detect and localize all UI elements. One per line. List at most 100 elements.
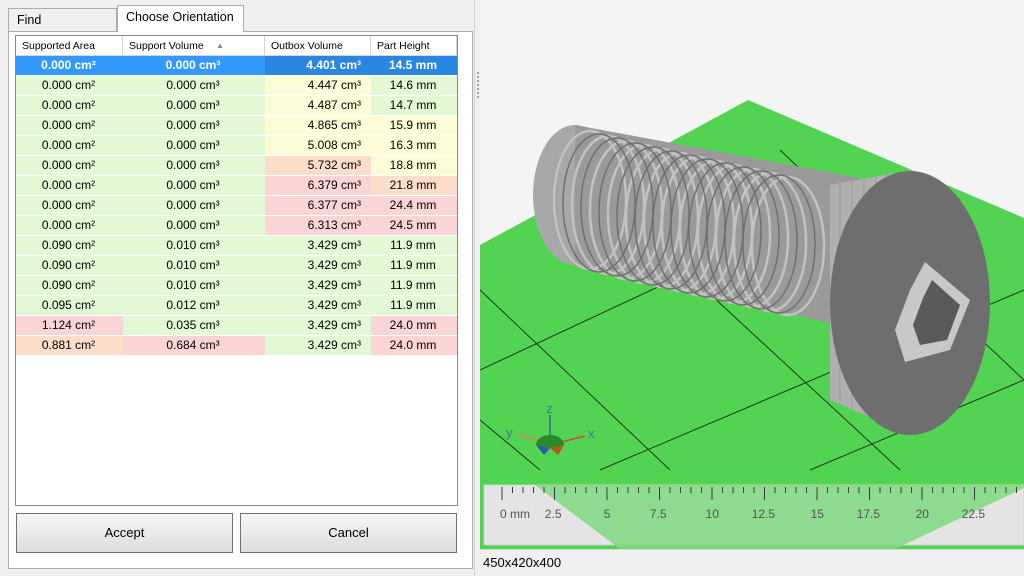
part-height-cell: 24.0 mm — [371, 336, 457, 355]
support-volume-cell: 0.000 cm³ — [123, 96, 265, 115]
list-header: Supported Area Support Volume ▲ Outbox Vo… — [16, 36, 457, 56]
table-row[interactable]: 0.000 cm² 0.000 cm³ 5.732 cm³ 18.8 mm — [16, 156, 457, 176]
support-volume-cell: 0.000 cm³ — [123, 176, 265, 195]
splitter-grip — [477, 92, 479, 94]
part-height-cell: 24.0 mm — [371, 316, 457, 335]
ruler-tick-label: 17.5 — [857, 507, 881, 521]
ruler-tick-label: 12.5 — [752, 507, 776, 521]
part-height-cell: 24.4 mm — [371, 196, 457, 215]
support-volume-cell: 0.010 cm³ — [123, 256, 265, 275]
outbox-volume-cell: 3.429 cm³ — [265, 316, 371, 335]
outbox-volume-cell: 5.008 cm³ — [265, 136, 371, 155]
supported-area-cell: 0.090 cm² — [16, 256, 123, 275]
part-height-cell: 14.7 mm — [371, 96, 457, 115]
table-row[interactable]: 0.000 cm² 0.000 cm³ 4.487 cm³ 14.7 mm — [16, 96, 457, 116]
table-row[interactable]: 1.124 cm² 0.035 cm³ 3.429 cm³ 24.0 mm — [16, 316, 457, 336]
table-row[interactable]: 0.090 cm² 0.010 cm³ 3.429 cm³ 11.9 mm — [16, 256, 457, 276]
ruler-tick-label: 20 — [916, 507, 930, 521]
outbox-volume-cell: 5.732 cm³ — [265, 156, 371, 175]
table-row[interactable]: 0.000 cm² 0.000 cm³ 6.379 cm³ 21.8 mm — [16, 176, 457, 196]
outbox-volume-cell: 6.379 cm³ — [265, 176, 371, 195]
column-header-outbox-volume[interactable]: Outbox Volume — [265, 36, 371, 56]
ruler-tick-label: 5 — [604, 507, 611, 521]
support-volume-cell: 0.000 cm³ — [123, 196, 265, 215]
tab-choose-orientation[interactable]: Choose Orientation — [117, 5, 244, 32]
outbox-volume-cell: 6.313 cm³ — [265, 216, 371, 235]
support-volume-cell: 0.000 cm³ — [123, 56, 265, 75]
part-height-cell: 24.5 mm — [371, 216, 457, 235]
sort-ascending-icon: ▲ — [216, 41, 224, 50]
splitter-grip — [477, 96, 479, 98]
ruler-tick-label: 22.5 — [962, 507, 986, 521]
outbox-volume-cell: 4.865 cm³ — [265, 116, 371, 135]
table-row[interactable]: 0.000 cm² 0.000 cm³ 4.401 cm³ 14.5 mm — [16, 56, 457, 76]
supported-area-cell: 0.000 cm² — [16, 56, 123, 75]
splitter-grip — [477, 80, 479, 82]
outbox-volume-cell: 6.377 cm³ — [265, 196, 371, 215]
outbox-volume-cell: 3.429 cm³ — [265, 336, 371, 355]
ruler-tick-label: 10 — [706, 507, 720, 521]
outbox-volume-cell: 3.429 cm³ — [265, 296, 371, 315]
table-row[interactable]: 0.000 cm² 0.000 cm³ 4.447 cm³ 14.6 mm — [16, 76, 457, 96]
outbox-volume-cell: 3.429 cm³ — [265, 256, 371, 275]
supported-area-cell: 0.000 cm² — [16, 136, 123, 155]
supported-area-cell: 0.000 cm² — [16, 116, 123, 135]
column-header-support-volume[interactable]: Support Volume ▲ — [123, 36, 265, 56]
outbox-volume-cell: 4.447 cm³ — [265, 76, 371, 95]
table-row[interactable]: 0.090 cm² 0.010 cm³ 3.429 cm³ 11.9 mm — [16, 236, 457, 256]
column-header-part-height[interactable]: Part Height — [371, 36, 457, 56]
splitter-grip — [477, 76, 479, 78]
support-volume-cell: 0.000 cm³ — [123, 76, 265, 95]
outbox-volume-cell: 4.401 cm³ — [265, 56, 371, 75]
part-height-cell: 11.9 mm — [371, 296, 457, 315]
support-volume-cell: 0.000 cm³ — [123, 136, 265, 155]
part-height-cell: 11.9 mm — [371, 276, 457, 295]
table-row[interactable]: 0.000 cm² 0.000 cm³ 5.008 cm³ 16.3 mm — [16, 136, 457, 156]
supported-area-cell: 0.090 cm² — [16, 276, 123, 295]
table-row[interactable]: 0.090 cm² 0.010 cm³ 3.429 cm³ 11.9 mm — [16, 276, 457, 296]
orientation-list[interactable]: Supported Area Support Volume ▲ Outbox Vo… — [15, 35, 458, 506]
ruler-tick-label: 7.5 — [650, 507, 667, 521]
axis-label-y: y — [506, 425, 513, 440]
support-volume-cell: 0.684 cm³ — [123, 336, 265, 355]
support-volume-cell: 0.000 cm³ — [123, 156, 265, 175]
scene-canvas: z x y 0 mm 2.5 5 7.5 10 12.5 15 17.5 20 22.5 — [480, 100, 1024, 549]
build-volume-dimensions: 450x420x400 — [483, 555, 562, 570]
list-rows: 0.000 cm² 0.000 cm³ 4.401 cm³ 14.5 mm 0.000 … — [16, 56, 457, 356]
support-volume-cell: 0.000 cm³ — [123, 116, 265, 135]
outbox-volume-cell: 3.429 cm³ — [265, 236, 371, 255]
table-row[interactable]: 0.000 cm² 0.000 cm³ 6.377 cm³ 24.4 mm — [16, 196, 457, 216]
support-volume-cell: 0.012 cm³ — [123, 296, 265, 315]
supported-area-cell: 0.090 cm² — [16, 236, 123, 255]
supported-area-cell: 0.000 cm² — [16, 196, 123, 215]
table-row[interactable]: 0.000 cm² 0.000 cm³ 4.865 cm³ 15.9 mm — [16, 116, 457, 136]
part-height-cell: 16.3 mm — [371, 136, 457, 155]
accept-button[interactable]: Accept — [16, 513, 233, 553]
3d-viewport[interactable]: z x y 0 mm 2.5 5 7.5 10 12.5 15 17.5 20 22.5 — [480, 0, 1024, 549]
supported-area-cell: 0.881 cm² — [16, 336, 123, 355]
support-volume-cell: 0.035 cm³ — [123, 316, 265, 335]
ruler: 0 mm 2.5 5 7.5 10 12.5 15 17.5 20 22.5 — [483, 484, 1024, 549]
axis-label-z: z — [546, 401, 553, 416]
supported-area-cell: 0.000 cm² — [16, 176, 123, 195]
ruler-tick-label: 15 — [811, 507, 825, 521]
supported-area-cell: 0.000 cm² — [16, 156, 123, 175]
splitter-grip — [477, 84, 479, 86]
support-volume-cell: 0.000 cm³ — [123, 216, 265, 235]
ruler-zero-label: 0 mm — [500, 507, 530, 521]
column-header-supported-area[interactable]: Supported Area — [16, 36, 123, 56]
axis-label-x: x — [588, 426, 595, 441]
part-height-cell: 21.8 mm — [371, 176, 457, 195]
part-height-cell: 14.6 mm — [371, 76, 457, 95]
table-row[interactable]: 0.095 cm² 0.012 cm³ 3.429 cm³ 11.9 mm — [16, 296, 457, 316]
cancel-button[interactable]: Cancel — [240, 513, 457, 553]
table-row[interactable]: 0.881 cm² 0.684 cm³ 3.429 cm³ 24.0 mm — [16, 336, 457, 356]
column-header-support-volume-label: Support Volume — [129, 40, 204, 52]
supported-area-cell: 0.095 cm² — [16, 296, 123, 315]
supported-area-cell: 0.000 cm² — [16, 216, 123, 235]
tab-find-orientations[interactable]: Find Orientations — [8, 8, 117, 49]
outbox-volume-cell: 4.487 cm³ — [265, 96, 371, 115]
table-row[interactable]: 0.000 cm² 0.000 cm³ 6.313 cm³ 24.5 mm — [16, 216, 457, 236]
support-volume-cell: 0.010 cm³ — [123, 236, 265, 255]
ruler-tick-label: 2.5 — [545, 507, 562, 521]
